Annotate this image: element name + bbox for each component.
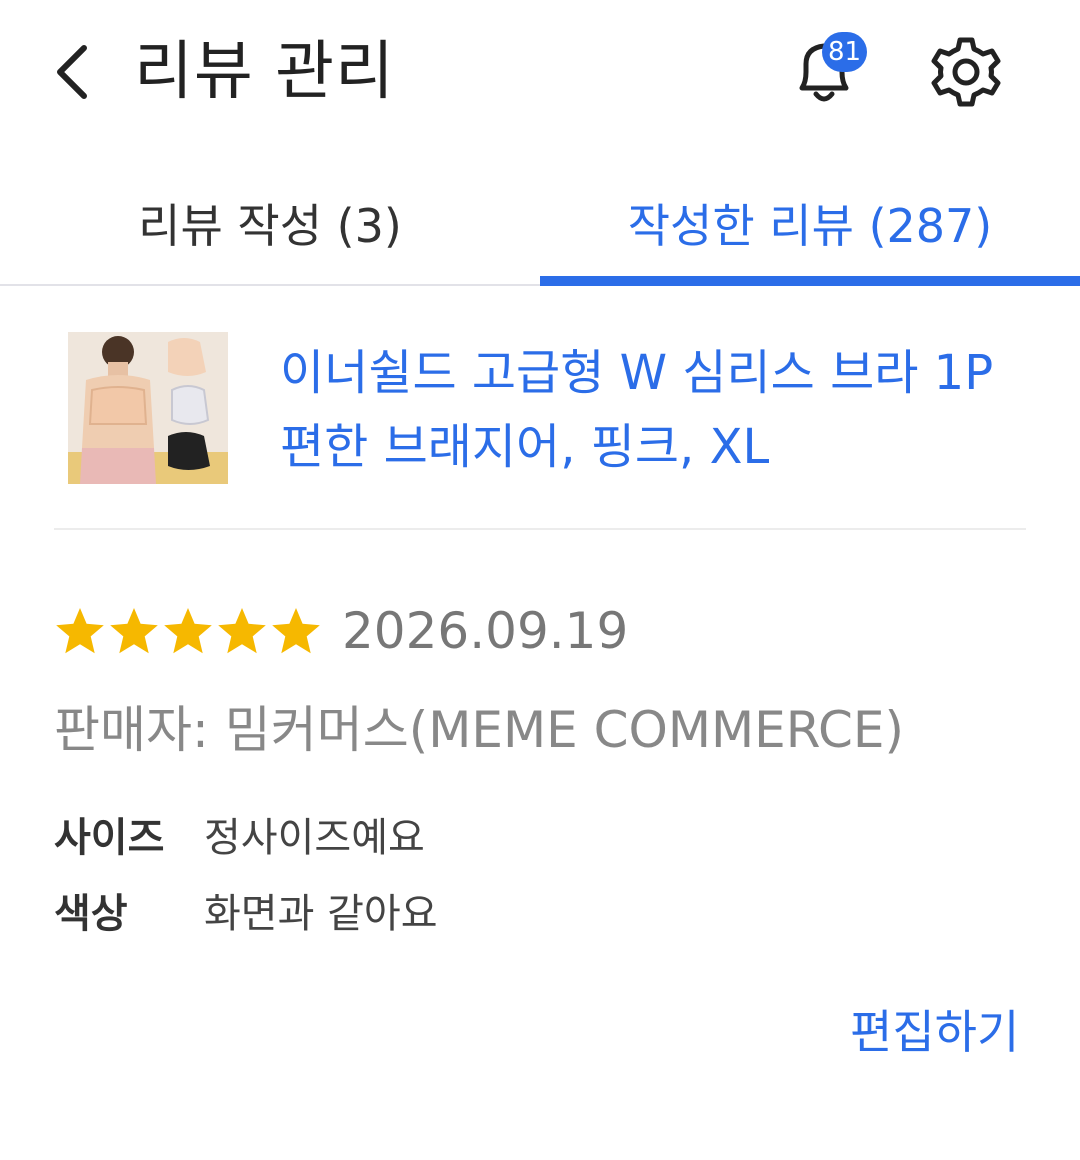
settings-button[interactable]	[926, 32, 1006, 112]
star-icon	[218, 608, 266, 654]
edit-review-button[interactable]: 편집하기	[850, 996, 1019, 1062]
product-thumbnail[interactable]	[68, 332, 228, 484]
review-date: 2026.09.19	[342, 602, 629, 660]
product-summary: 이너쉴드 고급형 W 심리스 브라 1P 편한 브래지어, 핑크, XL	[54, 320, 1026, 530]
attribute-row-color: 색상 화면과 같아요	[54, 880, 438, 940]
attribute-value: 정사이즈예요	[204, 815, 425, 861]
product-name-link[interactable]: 이너쉴드 고급형 W 심리스 브라 1P 편한 브래지어, 핑크, XL	[280, 336, 1000, 484]
back-button[interactable]	[40, 36, 104, 108]
chevron-left-icon	[57, 45, 87, 99]
product-image	[68, 332, 228, 484]
star-rating	[54, 605, 322, 657]
review-tabs: 리뷰 작성 (3) 작성한 리뷰 (287)	[0, 160, 1080, 286]
star-icon	[110, 608, 158, 654]
tab-write-review[interactable]: 리뷰 작성 (3)	[0, 160, 540, 286]
star-icon	[164, 608, 212, 654]
gear-icon	[931, 37, 1001, 107]
star-icon	[56, 608, 104, 654]
star-icon	[272, 608, 320, 654]
active-tab-indicator	[540, 276, 1080, 286]
attribute-label: 색상	[54, 891, 128, 937]
attribute-row-size: 사이즈 정사이즈예요	[54, 804, 425, 864]
page-title: 리뷰 관리	[134, 35, 395, 109]
app-header: 리뷰 관리 81	[0, 0, 1080, 150]
notification-button[interactable]: 81	[784, 32, 868, 112]
rating-row: 2026.09.19	[54, 596, 628, 666]
tab-written-reviews[interactable]: 작성한 리뷰 (287)	[540, 160, 1080, 286]
attribute-label: 사이즈	[54, 815, 165, 861]
attribute-value: 화면과 같아요	[204, 891, 438, 937]
seller-name: 판매자: 밈커머스(MEME COMMERCE)	[54, 701, 905, 759]
notification-badge: 81	[822, 32, 868, 72]
